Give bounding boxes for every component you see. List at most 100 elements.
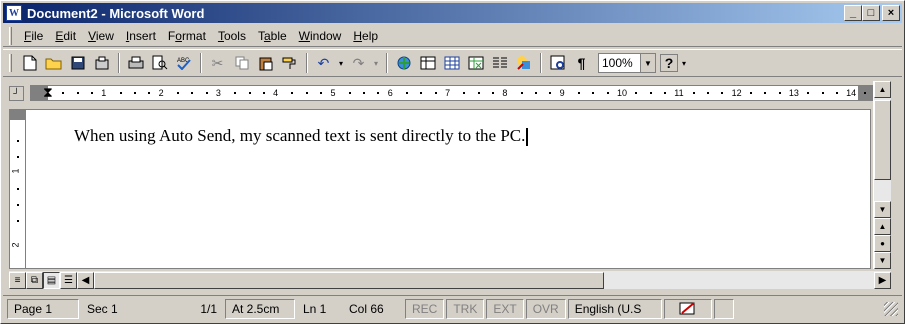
undo-dropdown-icon[interactable]: ▾: [336, 52, 346, 74]
ruler-tick-mark: [864, 92, 867, 94]
status-column: Col 66: [349, 301, 384, 316]
menu-insert[interactable]: Insert: [120, 27, 162, 45]
document-map-icon[interactable]: [546, 52, 569, 74]
ruler-tick-label: 3: [215, 88, 221, 98]
tab-selector-icon[interactable]: ┘: [9, 85, 24, 101]
scroll-down-icon[interactable]: ▼: [874, 201, 891, 218]
scroll-thumb[interactable]: [874, 100, 891, 180]
status-page[interactable]: Page 1: [7, 298, 79, 319]
browse-nav: ▼ ▲ ● ▼: [874, 201, 891, 269]
minimize-button[interactable]: _: [844, 5, 862, 21]
redo-icon[interactable]: ↷: [347, 52, 370, 74]
status-ext[interactable]: EXT: [486, 298, 524, 319]
ruler-tick-mark: [606, 92, 609, 94]
status-ovr[interactable]: OVR: [525, 298, 566, 319]
undo-icon[interactable]: ↶: [312, 52, 335, 74]
permission-icon[interactable]: [90, 52, 113, 74]
zoom-select[interactable]: 100% ▼: [598, 53, 656, 73]
copy-icon[interactable]: [230, 52, 253, 74]
select-browse-object-icon[interactable]: ●: [874, 235, 891, 252]
ruler-tick-mark: [721, 92, 724, 94]
horizontal-ruler[interactable]: ⧗ 123456789101112131415: [29, 85, 883, 101]
insert-table-icon[interactable]: [440, 52, 463, 74]
status-at: At 2.5cm: [225, 298, 295, 319]
ruler-tick-label: 1: [101, 88, 107, 98]
ruler-tick-label: 8: [502, 88, 508, 98]
menu-table[interactable]: Table: [252, 27, 293, 45]
status-trk[interactable]: TRK: [446, 298, 485, 319]
show-hide-icon[interactable]: ¶: [570, 52, 593, 74]
spelling-grammar-icon[interactable]: ABC: [172, 52, 195, 74]
format-painter-icon[interactable]: [278, 52, 301, 74]
toolbar-options-icon[interactable]: ▾: [679, 52, 689, 74]
spelling-status-icon[interactable]: [663, 298, 712, 319]
scroll-right-icon[interactable]: ▶: [874, 271, 891, 289]
ruler-tick-mark: [176, 92, 179, 94]
toolbar-separator: [118, 53, 120, 73]
paragraph-text: When using Auto Send, my scanned text is…: [74, 126, 526, 145]
help-icon[interactable]: ?: [660, 54, 678, 72]
save-icon[interactable]: [66, 52, 89, 74]
indent-marker-icon[interactable]: ⧗: [43, 86, 53, 99]
previous-page-icon[interactable]: ▲: [874, 218, 891, 235]
ruler-tick-label: 11: [674, 88, 684, 98]
status-language[interactable]: English (U.S: [567, 298, 662, 319]
drawing-icon[interactable]: [512, 52, 535, 74]
ruler-tick-mark: [778, 92, 781, 94]
menu-format[interactable]: Format: [162, 27, 212, 45]
menu-view[interactable]: View: [82, 27, 120, 45]
chevron-down-icon[interactable]: ▼: [640, 54, 655, 72]
ruler-tick-mark: [234, 92, 237, 94]
ruler-tick-mark: [305, 92, 308, 94]
vertical-scrollbar[interactable]: ▲ ▼ ▲ ● ▼: [873, 81, 891, 269]
ruler-tick-mark: [434, 92, 437, 94]
ruler-tick-mark: [577, 92, 580, 94]
maximize-button[interactable]: □: [862, 5, 880, 21]
menu-edit[interactable]: Edit: [49, 27, 82, 45]
toolbar-grip[interactable]: [9, 54, 12, 72]
toolbar-separator: [200, 53, 202, 73]
ruler-tick-mark: [248, 92, 251, 94]
document-area[interactable]: 1 2 When using Auto Send, my scanned tex…: [9, 109, 871, 269]
normal-view-icon[interactable]: ≡: [9, 271, 26, 289]
zoom-value: 100%: [602, 56, 633, 70]
toolbar-separator: [306, 53, 308, 73]
outline-view-icon[interactable]: ☰: [60, 271, 77, 289]
print-layout-icon[interactable]: ▤: [43, 271, 60, 289]
next-page-icon[interactable]: ▼: [874, 252, 891, 269]
status-rec[interactable]: REC: [405, 298, 445, 319]
insert-excel-icon[interactable]: [464, 52, 487, 74]
print-icon[interactable]: [124, 52, 147, 74]
menu-window[interactable]: Window: [293, 27, 348, 45]
close-button[interactable]: ×: [882, 5, 900, 21]
redo-dropdown-icon[interactable]: ▾: [371, 52, 381, 74]
menu-tools[interactable]: Tools: [212, 27, 252, 45]
scroll-up-icon[interactable]: ▲: [874, 81, 891, 98]
ruler-tick-label: 4: [273, 88, 279, 98]
print-preview-icon[interactable]: [148, 52, 171, 74]
open-folder-icon[interactable]: [42, 52, 65, 74]
resize-grip-icon[interactable]: [884, 301, 898, 316]
menubar-grip[interactable]: [9, 26, 12, 45]
new-document-icon[interactable]: [18, 52, 41, 74]
web-layout-icon[interactable]: ⧉: [26, 271, 43, 289]
cut-icon[interactable]: ✂: [206, 52, 229, 74]
ruler-tick-mark: [807, 92, 810, 94]
window-title: Document2 - Microsoft Word: [27, 5, 205, 21]
scroll-left-icon[interactable]: ◀: [77, 271, 94, 289]
vertical-ruler[interactable]: 1 2: [10, 110, 26, 268]
document-text[interactable]: When using Auto Send, my scanned text is…: [74, 126, 529, 147]
ruler-tick-mark: [477, 92, 480, 94]
toolbar-separator: [540, 53, 542, 73]
paste-icon[interactable]: [254, 52, 277, 74]
tables-borders-icon[interactable]: [416, 52, 439, 74]
menu-file[interactable]: File: [18, 27, 49, 45]
ruler-tick-mark: [764, 92, 767, 94]
columns-icon[interactable]: [488, 52, 511, 74]
insert-hyperlink-icon[interactable]: [392, 52, 415, 74]
ruler-tick-mark: [663, 92, 666, 94]
word-app-icon[interactable]: W: [6, 5, 22, 21]
horizontal-scrollbar[interactable]: ≡ ⧉ ▤ ☰ ◀ ▶: [9, 271, 891, 289]
hscroll-thumb[interactable]: [94, 271, 604, 289]
menu-help[interactable]: Help: [347, 27, 384, 45]
